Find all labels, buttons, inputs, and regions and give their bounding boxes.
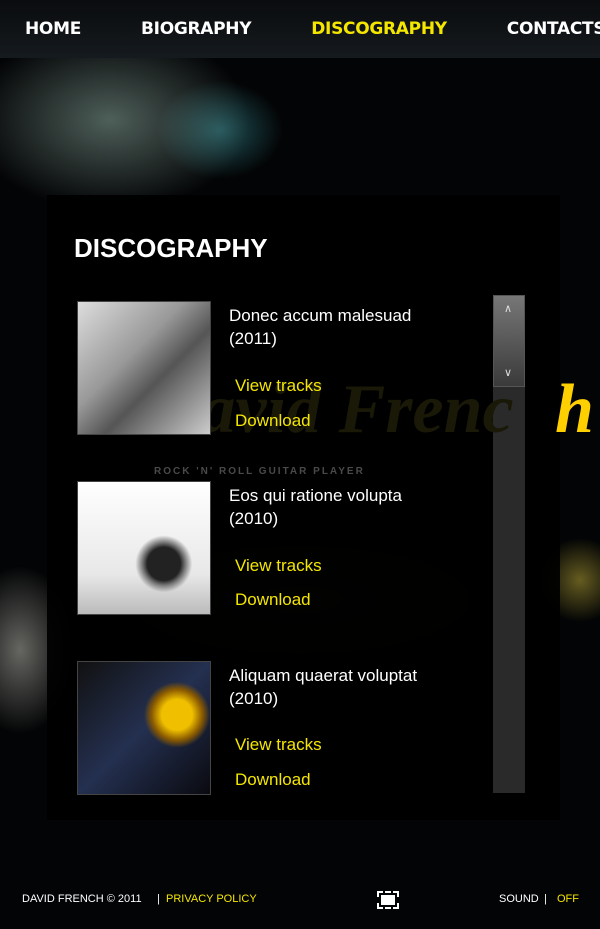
copyright: DAVID FRENCH © 2011 [22, 893, 142, 905]
fullscreen-icon[interactable] [377, 891, 399, 909]
main-nav: HOME BIOGRAPHY DISCOGRAPHY CONTACTS [0, 0, 600, 58]
privacy-policy-link[interactable]: PRIVACY POLICY [166, 893, 257, 905]
page-title: DISCOGRAPHY [74, 233, 268, 263]
chevron-up-icon[interactable]: ∧ [504, 302, 512, 315]
view-tracks-link[interactable]: View tracks [235, 735, 322, 755]
album-year: (2011) [229, 329, 277, 348]
album-cover[interactable] [77, 481, 211, 615]
album-cover[interactable] [77, 661, 211, 795]
sound-separator: | [544, 893, 547, 905]
sound-label: SOUND [499, 893, 539, 905]
album-title: Eos qui ratione volupta [229, 486, 402, 505]
background-tagline: ROCK 'N' ROLL GUITAR PLAYER [154, 466, 365, 477]
nav-home[interactable]: HOME [25, 19, 81, 39]
view-tracks-link[interactable]: View tracks [235, 376, 322, 396]
view-tracks-link[interactable]: View tracks [235, 556, 322, 576]
download-link[interactable]: Download [235, 590, 311, 610]
footer-separator: | [157, 893, 160, 905]
download-link[interactable]: Download [235, 770, 311, 790]
nav-discography[interactable]: DISCOGRAPHY [311, 19, 447, 39]
discography-panel: DISCOGRAPHY Donec accum malesuad (2011) V… [47, 195, 560, 820]
sound-toggle[interactable]: OFF [557, 893, 579, 905]
nav-contacts[interactable]: CONTACTS [507, 19, 600, 39]
download-link[interactable]: Download [235, 411, 311, 431]
album-cover[interactable] [77, 301, 211, 435]
album-item: Donec accum malesuad (2011) View tracks D… [77, 301, 497, 436]
album-year: (2010) [229, 689, 279, 708]
album-year: (2010) [229, 509, 279, 528]
album-item: Aliquam quaerat voluptat (2010) View trac… [77, 661, 497, 796]
album-item: Eos qui ratione volupta (2010) View track… [77, 481, 497, 616]
album-title: Aliquam quaerat voluptat [229, 666, 418, 685]
album-title: Donec accum malesuad [229, 306, 412, 325]
nav-biography[interactable]: BIOGRAPHY [141, 19, 252, 39]
